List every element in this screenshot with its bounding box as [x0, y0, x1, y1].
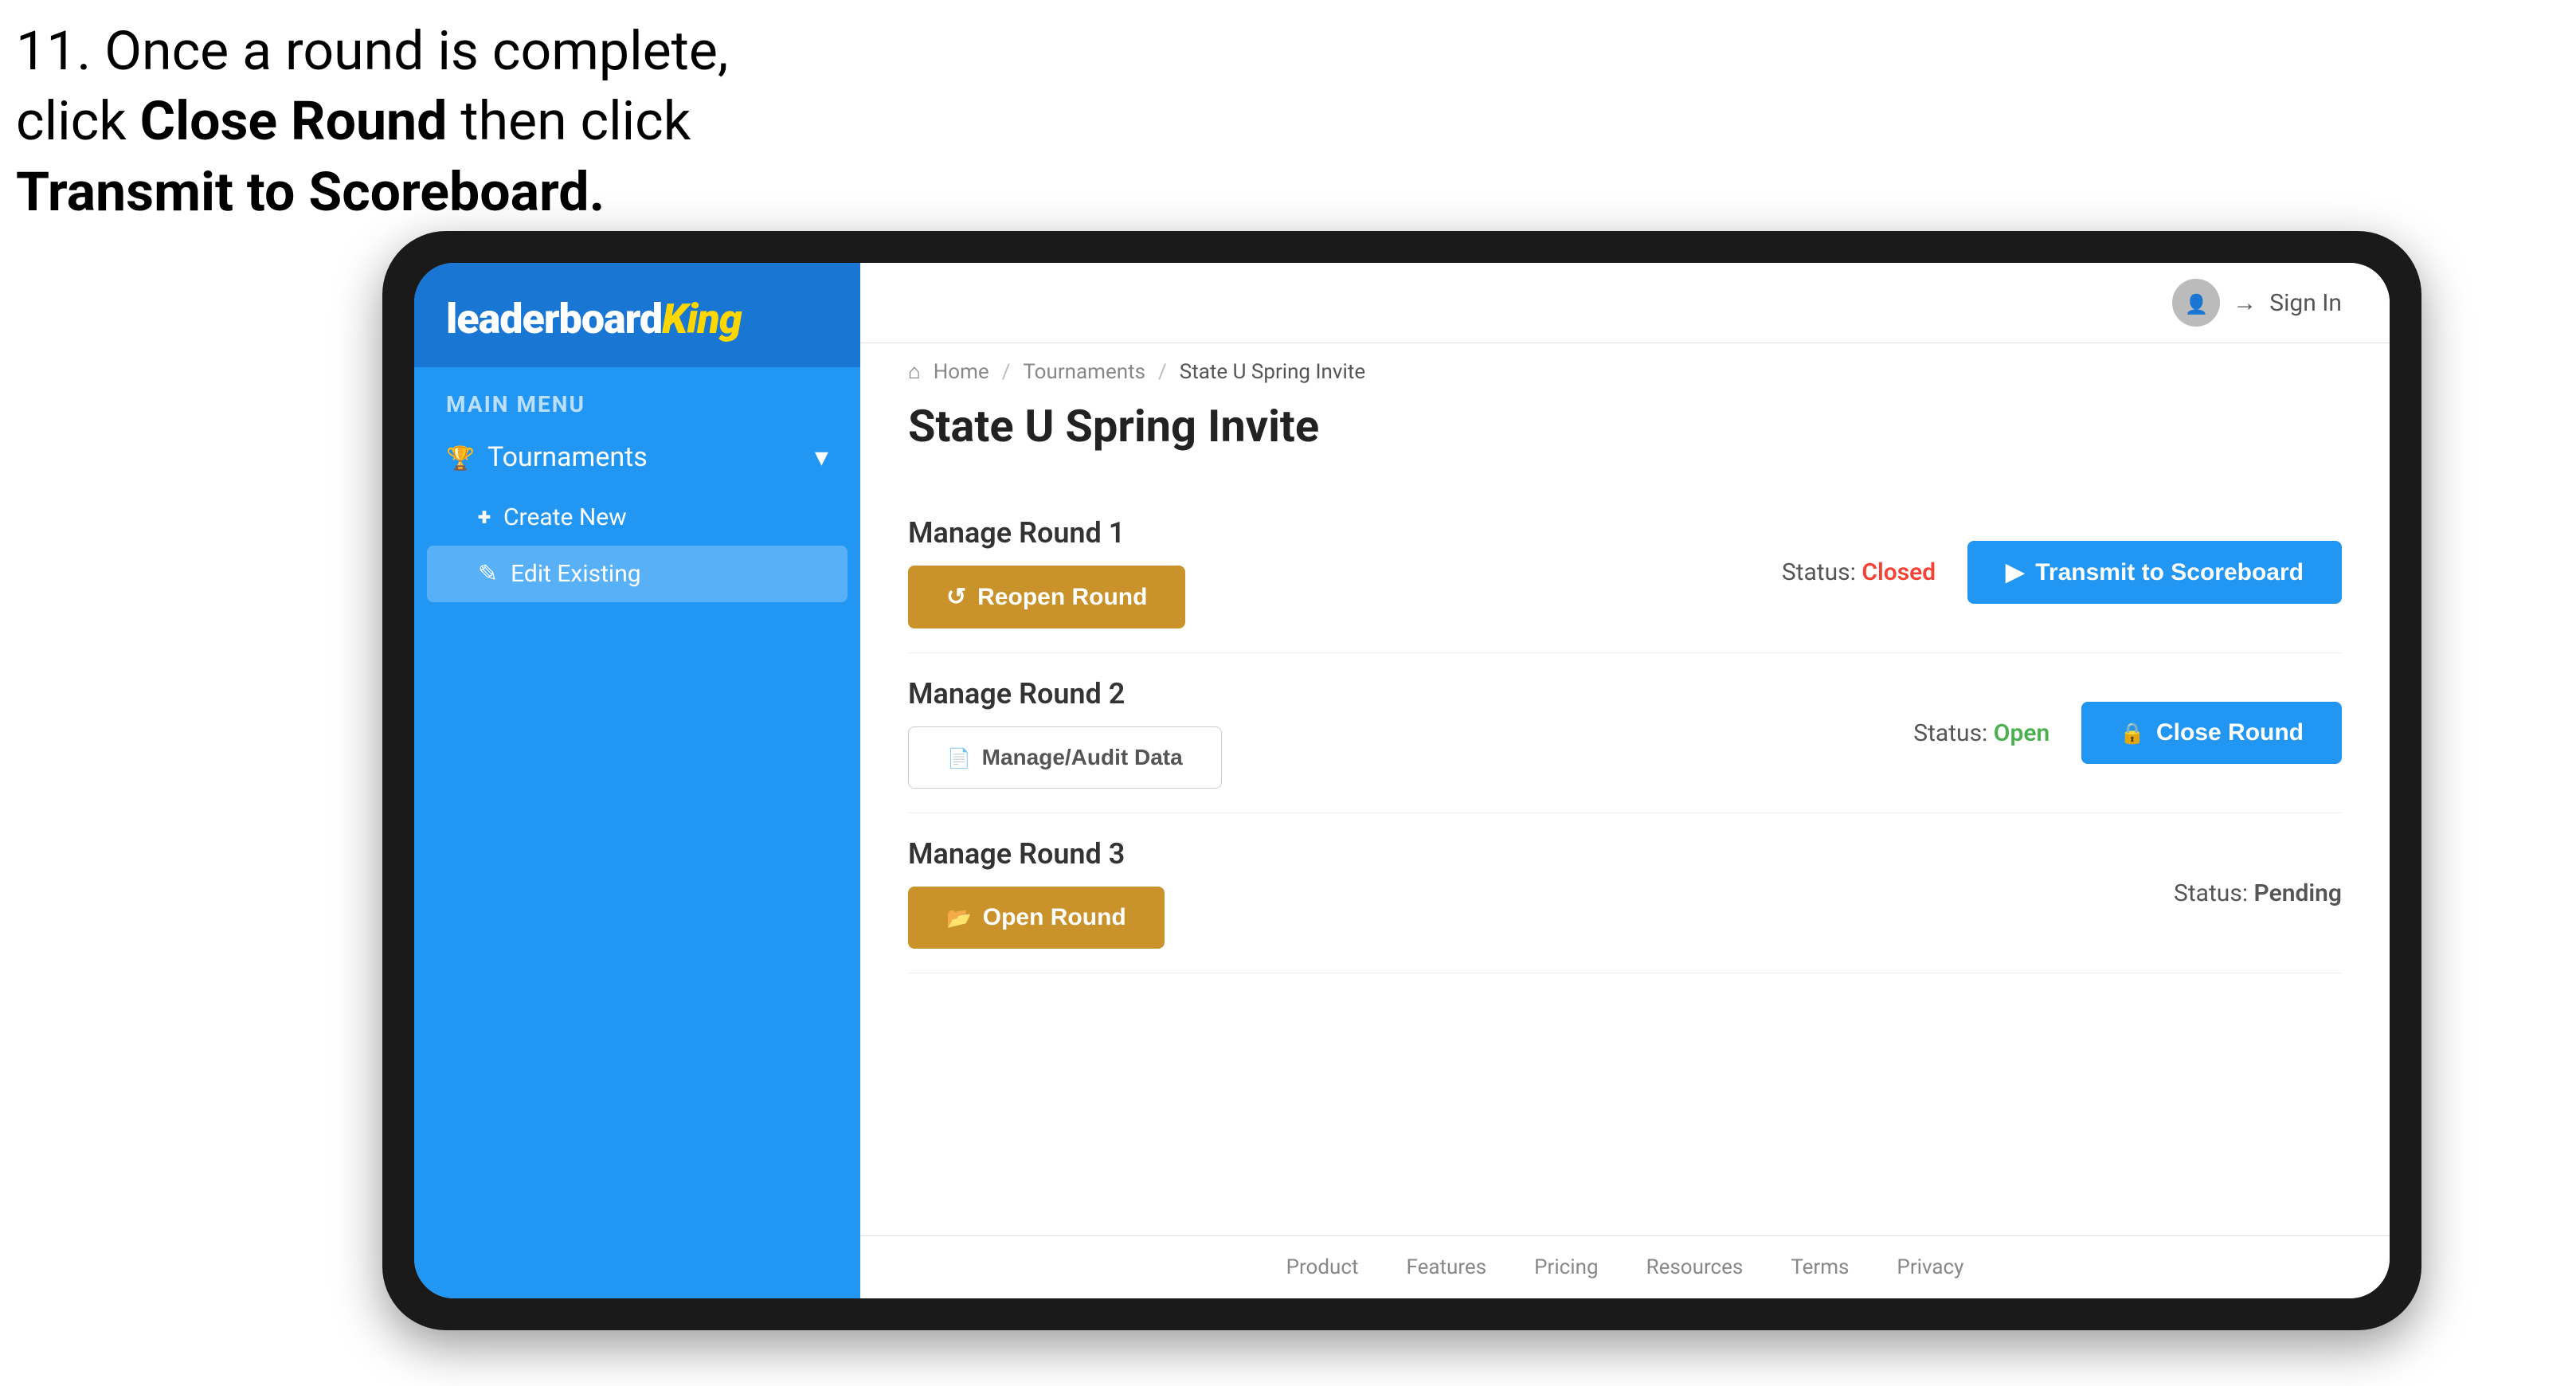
open-icon	[946, 904, 972, 931]
round-3-left: Manage Round 3 Open Round	[908, 837, 1165, 949]
round-1-row: Manage Round 1 Reopen Round Status: Clos…	[908, 492, 2342, 653]
instruction-bold2: Transmit to Scoreboard.	[16, 160, 605, 224]
doc-icon	[947, 745, 971, 770]
avatar	[2172, 279, 2220, 327]
breadcrumb-current: State U Spring Invite	[1180, 360, 1365, 384]
round-2-right: Status: Open Close Round	[1913, 702, 2342, 764]
tablet-device: leaderboardKing MAIN MENU Tournaments Cr…	[382, 231, 2421, 1330]
sidebar: leaderboardKing MAIN MENU Tournaments Cr…	[414, 263, 860, 1298]
round-2-status-value: Open	[1994, 719, 2049, 747]
reopen-icon	[946, 583, 966, 611]
round-2-left: Manage Round 2 Manage/Audit Data	[908, 677, 1222, 789]
round-3-status-value: Pending	[2254, 879, 2342, 907]
footer-terms[interactable]: Terms	[1791, 1255, 1849, 1279]
manage-audit-label: Manage/Audit Data	[982, 745, 1183, 770]
footer: Product Features Pricing Resources Terms…	[860, 1235, 2390, 1298]
reopen-round-button[interactable]: Reopen Round	[908, 566, 1185, 628]
footer-product[interactable]: Product	[1286, 1255, 1359, 1279]
footer-pricing[interactable]: Pricing	[1534, 1255, 1598, 1279]
sidebar-item-tournaments[interactable]: Tournaments	[414, 425, 860, 489]
instruction-line2-suffix: then click	[447, 89, 691, 153]
tablet-screen: leaderboardKing MAIN MENU Tournaments Cr…	[414, 263, 2390, 1298]
close-icon	[2120, 719, 2145, 746]
logo-leaderboard: leaderboard	[446, 295, 662, 343]
round-2-row: Manage Round 2 Manage/Audit Data Status:…	[908, 653, 2342, 813]
manage-audit-button[interactable]: Manage/Audit Data	[908, 726, 1222, 789]
breadcrumb-sep2: /	[1158, 360, 1167, 384]
round-3-title: Manage Round 3	[908, 837, 1165, 871]
edit-existing-label: Edit Existing	[511, 560, 640, 588]
round-2-status-label: Status: Open	[1913, 719, 2049, 747]
transmit-scoreboard-label: Transmit to Scoreboard	[2035, 559, 2304, 586]
round-1-title: Manage Round 1	[908, 516, 1185, 550]
sidebar-subitem-create-new[interactable]: Create New	[414, 489, 860, 546]
breadcrumb-tournaments[interactable]: Tournaments	[1023, 360, 1145, 384]
page-title: State U Spring Invite	[860, 392, 2390, 476]
create-new-label: Create New	[503, 503, 627, 531]
instruction-line2-prefix: click	[16, 89, 140, 153]
open-round-button[interactable]: Open Round	[908, 887, 1165, 949]
round-1-status-value: Closed	[1862, 558, 1936, 586]
sidebar-logo: leaderboardKing	[414, 263, 860, 367]
round-1-left: Manage Round 1 Reopen Round	[908, 516, 1185, 628]
tournaments-item-left: Tournaments	[446, 441, 648, 473]
instruction-block: 11. Once a round is complete, click Clos…	[16, 16, 728, 227]
transmit-icon	[2006, 558, 2024, 586]
round-3-right: Status: Pending	[2174, 879, 2342, 907]
transmit-scoreboard-button[interactable]: Transmit to Scoreboard	[1967, 541, 2342, 604]
instruction-number: 11.	[16, 19, 91, 83]
round-1-right: Status: Closed Transmit to Scoreboard	[1782, 541, 2342, 604]
content-area: Manage Round 1 Reopen Round Status: Clos…	[860, 476, 2390, 1235]
round-2-title: Manage Round 2	[908, 677, 1222, 711]
main-menu-label: MAIN MENU	[414, 367, 860, 425]
sign-in-label: Sign In	[2269, 289, 2342, 317]
breadcrumb-sep1: /	[1002, 360, 1011, 384]
logo-text: leaderboardKing	[446, 295, 828, 343]
home-icon	[908, 359, 921, 384]
plus-icon	[478, 503, 491, 531]
instruction-bold1: Close Round	[140, 89, 448, 153]
footer-privacy[interactable]: Privacy	[1897, 1255, 1963, 1279]
trophy-icon	[446, 441, 475, 473]
logo-king: King	[662, 295, 742, 343]
close-round-button[interactable]: Close Round	[2081, 702, 2342, 764]
reopen-round-label: Reopen Round	[977, 584, 1147, 611]
round-1-status-label: Status: Closed	[1782, 558, 1936, 586]
close-round-label: Close Round	[2156, 719, 2304, 746]
breadcrumb: Home / Tournaments / State U Spring Invi…	[860, 343, 2390, 392]
signin-arrow-icon	[2233, 289, 2257, 317]
user-icon	[2184, 290, 2208, 316]
open-round-label: Open Round	[983, 904, 1126, 931]
sidebar-subitem-edit-existing[interactable]: Edit Existing	[427, 546, 848, 602]
footer-features[interactable]: Features	[1406, 1255, 1486, 1279]
round-3-row: Manage Round 3 Open Round Status: Pendin…	[908, 813, 2342, 973]
main-content: Sign In Home / Tournaments / State U Spr…	[860, 263, 2390, 1298]
app-layout: leaderboardKing MAIN MENU Tournaments Cr…	[414, 263, 2390, 1298]
sign-in-area[interactable]: Sign In	[2172, 279, 2342, 327]
footer-resources[interactable]: Resources	[1646, 1255, 1744, 1279]
chevron-down-icon	[815, 441, 828, 473]
instruction-line1: Once a round is complete,	[104, 19, 728, 83]
breadcrumb-home[interactable]: Home	[934, 360, 989, 384]
header-bar: Sign In	[860, 263, 2390, 343]
edit-icon	[478, 560, 498, 588]
tournaments-label: Tournaments	[487, 441, 648, 473]
round-3-status-label: Status: Pending	[2174, 879, 2342, 907]
